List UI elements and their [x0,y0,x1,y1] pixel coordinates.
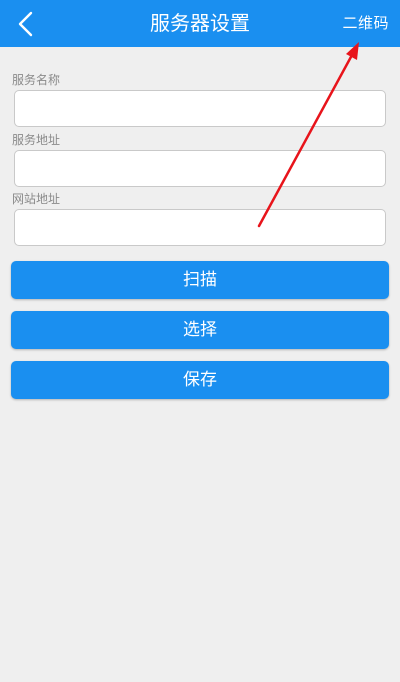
service-address-input[interactable] [14,150,386,187]
website-address-label: 网站地址 [12,192,61,206]
server-settings-screen: 服务器设置 二维码 服务名称 服务地址 网站地址 扫描 选择 保存 [0,0,400,682]
chevron-left-icon [18,11,33,37]
back-button[interactable] [6,4,46,44]
service-name-label: 服务名称 [12,73,61,87]
service-address-label: 服务地址 [12,133,61,147]
website-address-input[interactable] [14,209,386,246]
scan-button[interactable]: 扫描 [11,261,389,299]
select-button[interactable]: 选择 [11,311,389,349]
page-title: 服务器设置 [150,11,250,35]
service-name-input[interactable] [14,90,386,127]
title-bar: 服务器设置 二维码 [0,0,400,47]
save-button[interactable]: 保存 [11,361,389,399]
qr-code-button[interactable]: 二维码 [342,0,389,47]
